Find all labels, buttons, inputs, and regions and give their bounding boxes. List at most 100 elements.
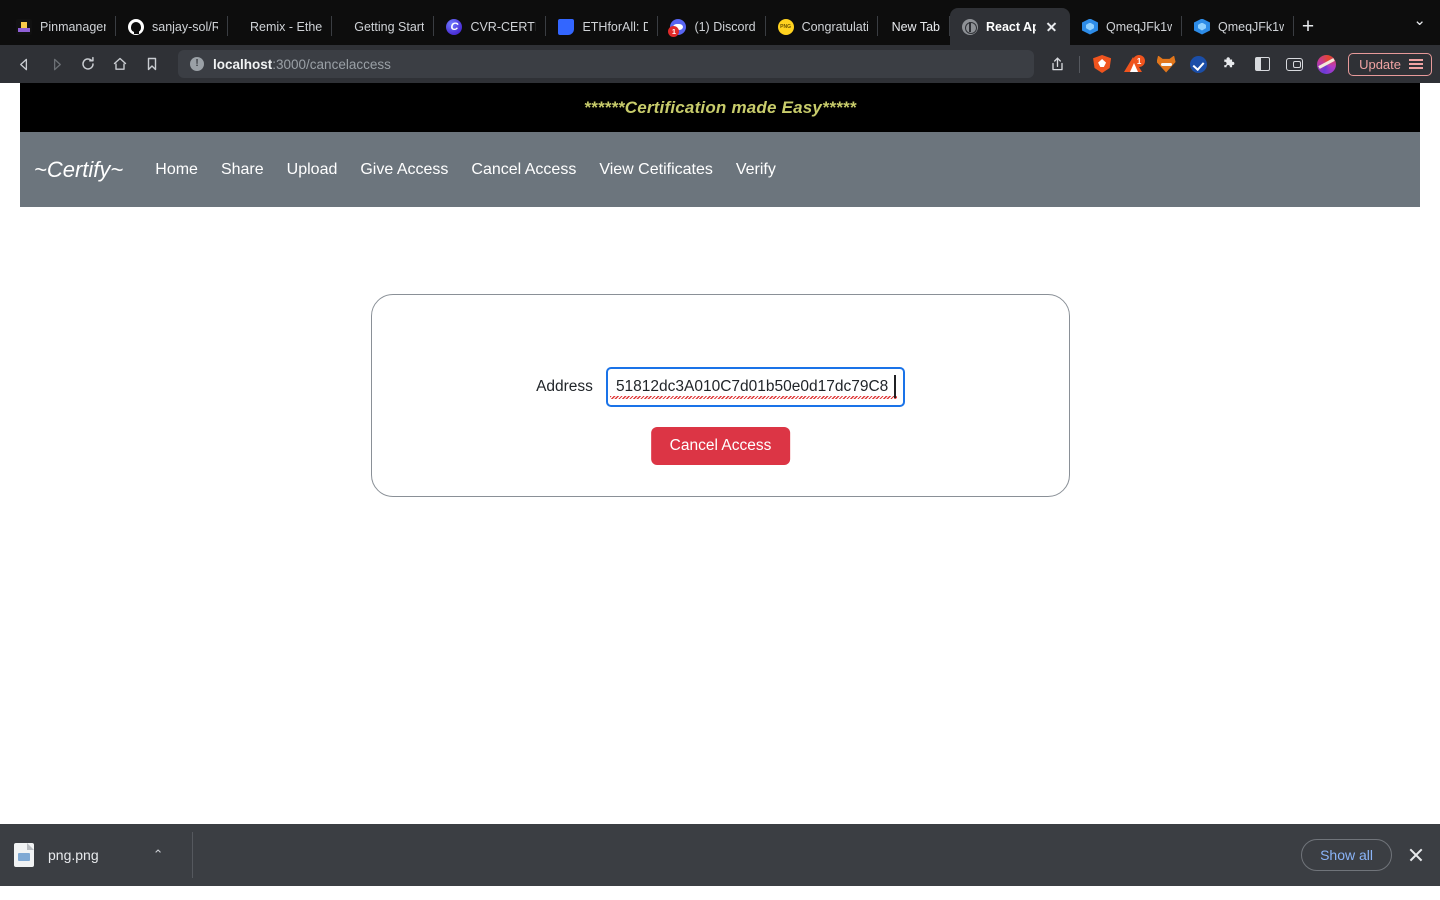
browser-toolbar: ! localhost:3000/cancelaccess 1 Update	[0, 45, 1440, 83]
tab-title: New Tab	[891, 19, 940, 34]
discord-favicon-icon: 1	[668, 18, 687, 37]
cancel-access-button[interactable]: Cancel Access	[650, 427, 791, 465]
tab-ipfs-hash-1[interactable]: QmeqJFk1wh	[1070, 8, 1182, 45]
profile-avatar-icon[interactable]	[1311, 49, 1341, 79]
brand-logo[interactable]: ~Certify~	[34, 157, 123, 183]
wallet-icon[interactable]	[1279, 49, 1309, 79]
close-download-shelf-icon[interactable]	[1406, 845, 1426, 865]
download-file-name: png.png	[48, 847, 99, 863]
tab-remix[interactable]: Remix - Ethe	[228, 8, 333, 45]
ipfs-cube-favicon-icon	[1081, 18, 1098, 35]
brave-rewards-icon[interactable]: 1	[1119, 49, 1149, 79]
bookmark-button[interactable]	[136, 49, 168, 79]
sidebar-panel-icon[interactable]	[1247, 49, 1277, 79]
metamask-icon[interactable]	[1151, 49, 1181, 79]
tab-congratulations[interactable]: Congratulatio	[766, 8, 878, 45]
nav-links: Home Share Upload Give Access Cancel Acc…	[155, 161, 776, 179]
close-icon[interactable]	[1044, 19, 1060, 35]
text-caret	[894, 375, 896, 398]
nav-link-view-certificates[interactable]: View Cetificates	[599, 161, 713, 179]
reload-icon	[82, 56, 94, 70]
bookmark-icon	[147, 57, 157, 71]
tab-ipfs-hash-2[interactable]: QmeqJFk1wh	[1182, 8, 1294, 45]
update-button[interactable]: Update	[1348, 52, 1432, 76]
pinmanager-favicon-icon	[16, 18, 32, 35]
update-label: Update	[1359, 56, 1401, 72]
verified-check-icon[interactable]	[1183, 49, 1213, 79]
toolbar-icons: 1 Update	[1042, 49, 1432, 79]
tab-getting-started[interactable]: Getting Start	[332, 8, 435, 45]
globe-favicon-icon	[961, 18, 978, 35]
tab-title: React Ap	[985, 19, 1036, 34]
file-icon	[14, 843, 34, 867]
brave-shield-icon[interactable]	[1087, 49, 1117, 79]
download-shelf: png.png ⌃ Show all	[0, 824, 1440, 886]
cvr-favicon-icon	[446, 18, 463, 35]
tab-title: CVR-CERTIF	[470, 19, 536, 34]
marquee-banner: ******Certification made Easy*****	[20, 83, 1420, 132]
back-arrow-icon	[19, 58, 27, 70]
page-viewport: ******Certification made Easy***** ~Cert…	[0, 83, 1440, 886]
rewards-badge: 1	[1133, 55, 1146, 67]
address-label: Address	[536, 378, 593, 395]
home-icon	[113, 57, 127, 70]
tab-title: Pinmanager	[40, 19, 106, 34]
new-tab-button[interactable]: +	[1294, 8, 1322, 45]
nav-link-upload[interactable]: Upload	[287, 161, 338, 179]
github-favicon-icon	[128, 18, 144, 35]
tab-search-chevron-down-icon[interactable]: ⌄	[1413, 11, 1426, 29]
nav-link-give-access[interactable]: Give Access	[360, 161, 448, 179]
ipfs-cube-favicon-icon	[1193, 18, 1210, 35]
extensions-puzzle-icon[interactable]	[1215, 49, 1245, 79]
tab-discord[interactable]: 1 (1) Discord	[658, 8, 766, 45]
tab-title: QmeqJFk1wh	[1217, 19, 1284, 34]
tab-title: Getting Start	[354, 19, 425, 34]
address-input-wrapper	[605, 367, 905, 407]
tab-title: QmeqJFk1wh	[1105, 19, 1172, 34]
ethforall-favicon-icon	[558, 18, 575, 35]
tab-sanjay-sol-repo[interactable]: sanjay-sol/RE	[116, 8, 228, 45]
nav-link-cancel-access[interactable]: Cancel Access	[471, 161, 576, 179]
tab-title: ETHforAll: Da	[582, 19, 649, 34]
home-button[interactable]	[104, 49, 136, 79]
address-bar[interactable]: ! localhost:3000/cancelaccess	[178, 50, 1035, 78]
cancel-access-card: Address Cancel Access	[371, 294, 1070, 497]
back-button[interactable]	[8, 49, 40, 79]
png-favicon-icon	[777, 18, 794, 35]
nav-link-home[interactable]: Home	[155, 161, 198, 179]
tab-pinmanager[interactable]: Pinmanager	[4, 8, 116, 45]
tab-ethforall[interactable]: ETHforAll: Da	[546, 8, 659, 45]
tab-cvr-certify[interactable]: CVR-CERTIF	[434, 8, 547, 45]
tab-strip: Pinmanager sanjay-sol/RE Remix - Ethe Ge…	[0, 0, 1440, 45]
site-info-icon[interactable]: !	[190, 57, 204, 71]
tab-react-app-active[interactable]: React Ap	[949, 8, 1070, 45]
forward-button[interactable]	[40, 49, 72, 79]
show-all-button[interactable]: Show all	[1301, 839, 1392, 871]
plus-icon: +	[1301, 15, 1315, 38]
address-form-row: Address	[372, 367, 1069, 407]
url-host: localhost	[213, 56, 273, 72]
chevron-up-icon[interactable]: ⌃	[153, 847, 164, 863]
browser-menu-icon[interactable]	[1409, 58, 1423, 70]
reload-button[interactable]	[72, 49, 104, 79]
discord-unread-badge: 1	[668, 25, 680, 37]
forward-arrow-icon	[53, 58, 61, 70]
download-item[interactable]: png.png ⌃	[14, 843, 184, 867]
browser-window: Pinmanager sanjay-sol/RE Remix - Ethe Ge…	[0, 0, 1440, 900]
tab-title: Remix - Ethe	[250, 19, 323, 34]
nav-link-verify[interactable]: Verify	[736, 161, 776, 179]
banner-text: ******Certification made Easy*****	[583, 97, 857, 117]
url-text: localhost:3000/cancelaccess	[213, 57, 391, 72]
site-container: ******Certification made Easy***** ~Cert…	[0, 83, 1440, 207]
tab-title: sanjay-sol/RE	[152, 19, 218, 34]
toolbar-divider	[1079, 55, 1081, 73]
share-icon[interactable]	[1042, 49, 1072, 79]
nav-link-share[interactable]: Share	[221, 161, 264, 179]
tab-title: Congratulatio	[801, 19, 868, 34]
download-divider	[191, 832, 193, 878]
puzzle-glyph	[1224, 57, 1235, 68]
tab-new-tab[interactable]: New Tab	[878, 8, 950, 45]
site-navbar: ~Certify~ Home Share Upload Give Access …	[20, 132, 1420, 207]
address-input[interactable]	[605, 367, 905, 407]
download-actions: Show all	[1301, 839, 1426, 871]
